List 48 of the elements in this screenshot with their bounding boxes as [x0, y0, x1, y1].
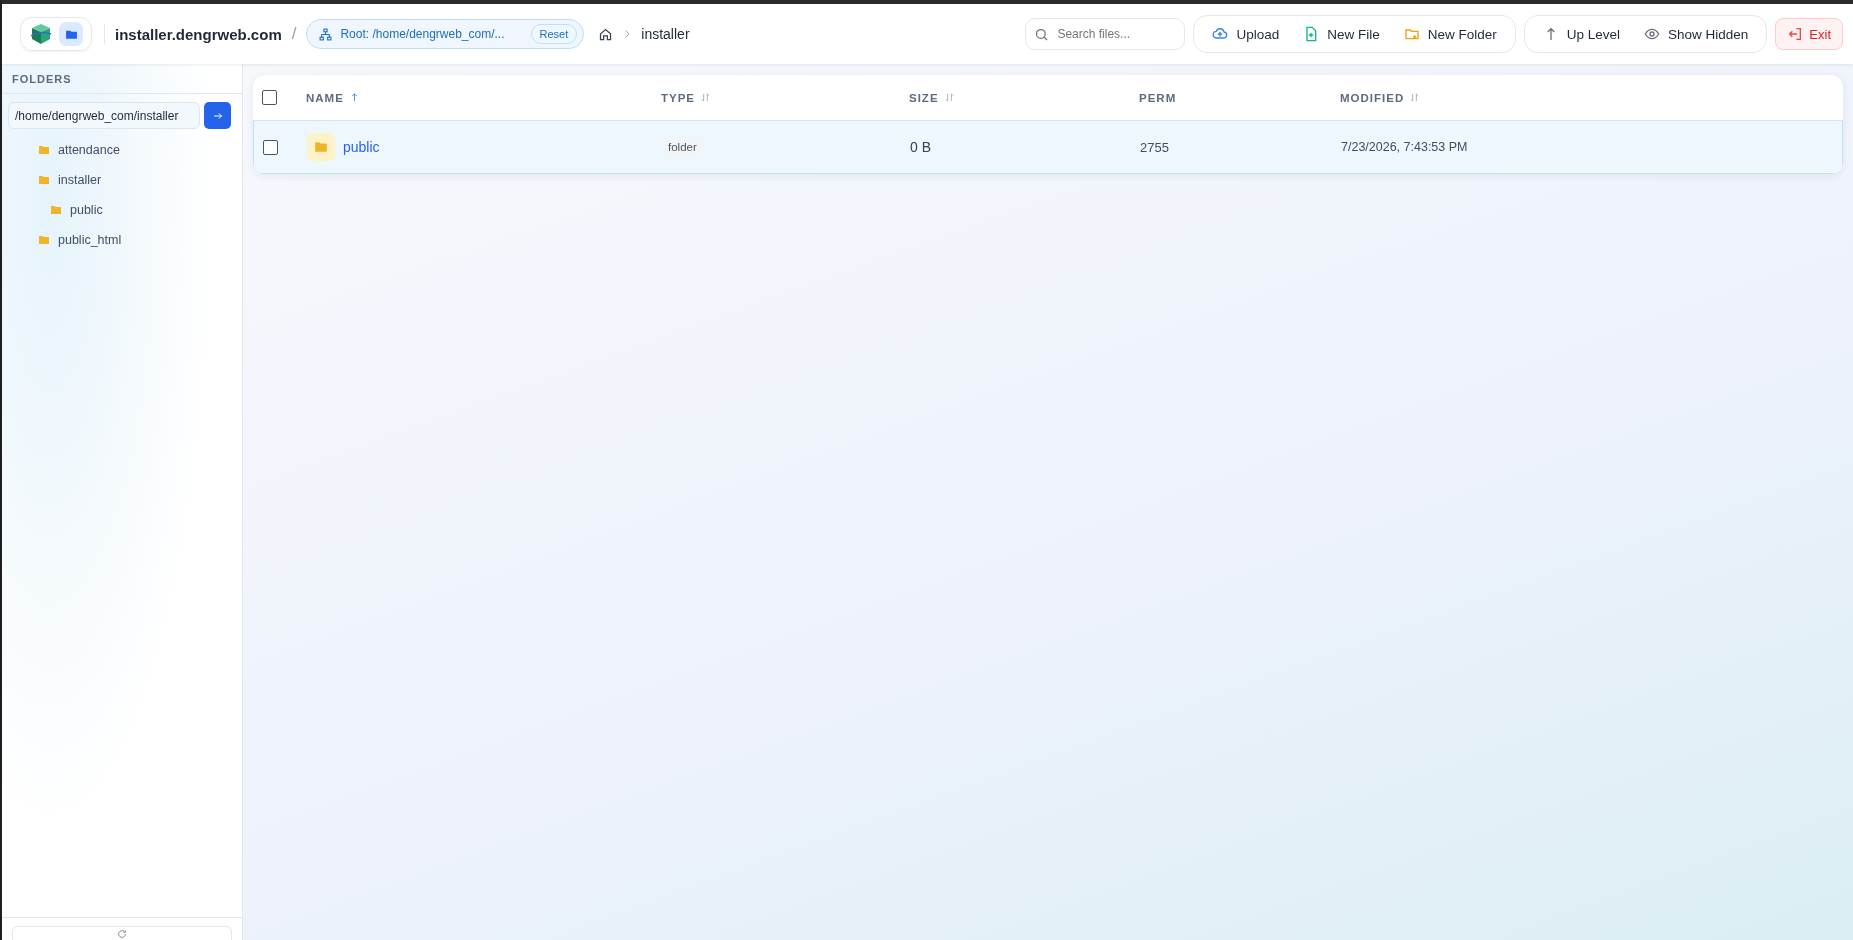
- path-field[interactable]: /home/dengrweb_com/installer: [8, 102, 200, 129]
- folder-icon: [314, 140, 328, 154]
- sidebar-title: FOLDERS: [2, 64, 242, 94]
- folder-icon: [38, 234, 50, 246]
- breadcrumb-item[interactable]: installer: [641, 26, 690, 42]
- sitemap-icon: [319, 27, 333, 41]
- folder-plus-icon: [1403, 26, 1420, 42]
- cloud-upload-icon: [1212, 26, 1229, 42]
- checkbox[interactable]: [262, 90, 277, 105]
- exit-icon: [1787, 26, 1804, 42]
- column-header[interactable]: PERM: [1139, 91, 1177, 104]
- up-button[interactable]: Up Level: [1532, 20, 1630, 48]
- new-folder-button[interactable]: New Folder: [1393, 20, 1507, 48]
- go-button[interactable]: [204, 102, 231, 129]
- column-header[interactable]: MODIFIED: [1340, 91, 1405, 104]
- eye-icon: [1644, 26, 1660, 42]
- folder-icon: [50, 204, 62, 216]
- file-row[interactable]: public folder 0 B 2755 7/23/2026, 7:43:53 PM: [253, 121, 1843, 174]
- reset-button[interactable]: Reset: [530, 24, 578, 44]
- upload-button[interactable]: Upload: [1202, 20, 1290, 48]
- site-title: installer.dengrweb.com: [115, 25, 282, 43]
- folder-icon: [38, 174, 50, 186]
- exit-button[interactable]: Exit: [1775, 18, 1843, 50]
- folder-tree-item[interactable]: installer: [2, 165, 242, 195]
- file-name-link[interactable]: public: [343, 139, 380, 155]
- column-header[interactable]: TYPE: [661, 91, 696, 104]
- search-box[interactable]: Search files...: [1025, 18, 1186, 50]
- folder-tree-item[interactable]: public_html: [2, 225, 242, 255]
- column-header[interactable]: SIZE: [909, 91, 939, 104]
- new-file-button[interactable]: New File: [1293, 20, 1390, 48]
- folder-tree-item[interactable]: public: [2, 195, 242, 225]
- home-icon: [598, 26, 614, 42]
- checkbox[interactable]: [263, 139, 278, 155]
- path-separator: /: [291, 24, 297, 44]
- folder-icon: [38, 144, 50, 156]
- refresh-icon: [117, 929, 127, 939]
- type-tag: folder: [662, 138, 703, 156]
- root-path: Root: /home/dengrweb_com/...: [340, 27, 505, 41]
- logo-icon: [29, 22, 53, 46]
- column-header[interactable]: NAME: [306, 91, 344, 104]
- folder-app-button[interactable]: [59, 22, 83, 46]
- folder-tree-item[interactable]: attendance: [2, 135, 242, 165]
- size-cell-text: 0 B: [910, 139, 932, 155]
- permission-cell-text: 2755: [1140, 139, 1170, 155]
- search-field[interactable]: Search files...: [1055, 26, 1170, 42]
- modified-cell-text: 7/23/2026, 7:43:53 PM: [1341, 140, 1469, 154]
- eye-button[interactable]: Show Hidden: [1634, 20, 1759, 48]
- search-icon: [1034, 26, 1050, 42]
